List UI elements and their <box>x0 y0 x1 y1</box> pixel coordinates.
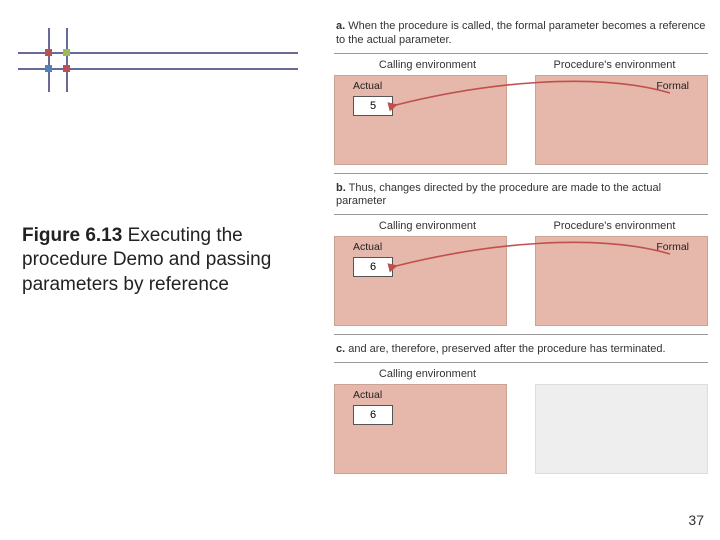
figure-caption: Figure 6.13 Executing the procedure Demo… <box>22 224 290 297</box>
page-number: 37 <box>688 512 704 528</box>
decor-square-icon <box>63 65 70 72</box>
panel-b: b. Thus, changes directed by the procedu… <box>334 180 708 325</box>
panel-b-text: Thus, changes directed by the procedure … <box>336 182 661 208</box>
panel-b-boxes: Actual 6 Formal <box>334 236 708 324</box>
panel-a-lead: a. <box>336 20 345 32</box>
procedure-env-label: Procedure's environment <box>521 220 708 232</box>
corner-decoration <box>18 28 298 98</box>
actual-value-cell: 5 <box>353 96 393 116</box>
panel-b-description: b. Thus, changes directed by the procedu… <box>334 180 708 212</box>
formal-label: Formal <box>656 241 689 253</box>
decor-square-icon <box>45 49 52 56</box>
procedure-env-box-terminated <box>535 384 708 474</box>
env-labels: Calling environment Procedure's environm… <box>334 59 708 71</box>
procedure-env-box: Formal <box>535 236 708 326</box>
diagram-column: a. When the procedure is called, the for… <box>334 18 708 472</box>
divider <box>334 214 708 215</box>
env-labels: Calling environment Procedure's environm… <box>334 220 708 232</box>
actual-value-cell: 6 <box>353 257 393 277</box>
actual-value-cell: 6 <box>353 405 393 425</box>
procedure-env-label: Procedure's environment <box>521 59 708 71</box>
panel-b-lead: b. <box>336 182 346 194</box>
divider <box>334 173 708 174</box>
actual-label: Actual <box>353 389 382 401</box>
panel-a-text: When the procedure is called, the formal… <box>336 20 705 46</box>
panel-a-description: a. When the procedure is called, the for… <box>334 18 708 50</box>
env-labels: Calling environment . <box>334 368 708 380</box>
calling-env-label: Calling environment <box>334 59 521 71</box>
formal-label: Formal <box>656 80 689 92</box>
divider <box>334 53 708 54</box>
calling-env-box: Actual 6 <box>334 236 507 326</box>
actual-label: Actual <box>353 241 382 253</box>
decor-square-icon <box>63 49 70 56</box>
procedure-env-box: Formal <box>535 75 708 165</box>
divider <box>334 334 708 335</box>
decor-square-icon <box>45 65 52 72</box>
panel-a-boxes: Actual 5 Formal <box>334 75 708 163</box>
calling-env-label: Calling environment <box>334 368 521 380</box>
panel-c-boxes: Actual 6 <box>334 384 708 472</box>
panel-c: c. and are, therefore, preserved after t… <box>334 341 708 472</box>
calling-env-box: Actual 6 <box>334 384 507 474</box>
actual-label: Actual <box>353 80 382 92</box>
calling-env-label: Calling environment <box>334 220 521 232</box>
divider <box>334 362 708 363</box>
panel-c-description: c. and are, therefore, preserved after t… <box>334 341 708 359</box>
panel-a: a. When the procedure is called, the for… <box>334 18 708 163</box>
panel-c-lead: c. <box>336 343 345 355</box>
calling-env-box: Actual 5 <box>334 75 507 165</box>
panel-c-text: and are, therefore, preserved after the … <box>345 343 665 355</box>
figure-number: Figure 6.13 <box>22 225 122 246</box>
slide: Figure 6.13 Executing the procedure Demo… <box>0 0 720 540</box>
